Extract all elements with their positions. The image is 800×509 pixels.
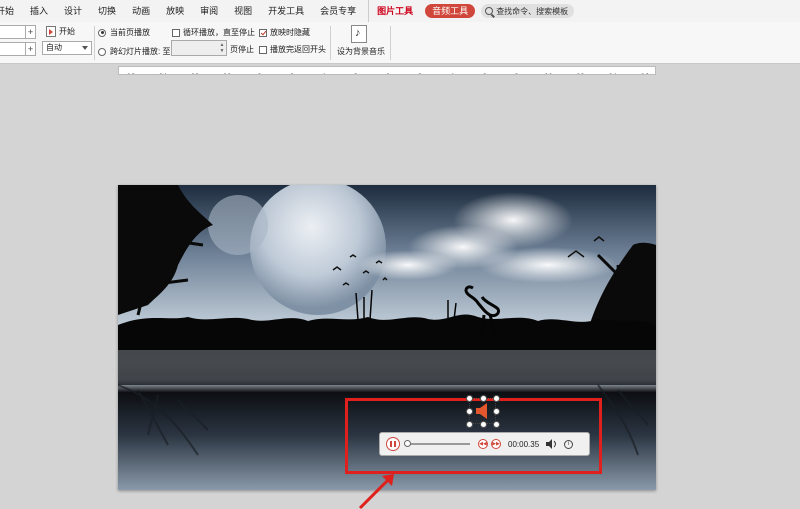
progress-knob[interactable]: [404, 440, 411, 447]
page-stop-text: 页停止: [230, 44, 254, 55]
horizontal-ruler: 16 14 12 10 8 6 4 2 0 2 4 6 8 10 12 14 16: [118, 66, 656, 75]
command-search-label: 查找命令、搜索模板: [496, 6, 569, 16]
tab-audio-tools[interactable]: 音频工具: [425, 4, 476, 18]
tab-member[interactable]: 会员专享: [312, 0, 364, 22]
checkbox-checked-icon: [259, 28, 267, 37]
command-search[interactable]: 查找命令、搜索模板: [481, 4, 575, 18]
resize-handle[interactable]: [480, 395, 487, 402]
audio-player-bar: ◀◀ ▶▶ 00:00.35 i: [379, 432, 590, 456]
loop-label: 循环播放，直至停止: [183, 28, 255, 37]
rewind-checkbox[interactable]: 播放完返回开头: [259, 44, 326, 55]
set-bg-music-button[interactable]: 设为背景音乐: [337, 46, 385, 57]
radio-unselected-icon: [98, 47, 106, 56]
divider: [390, 26, 391, 60]
tab-review[interactable]: 审阅: [192, 0, 226, 22]
spin-icon[interactable]: ▲ ▼: [219, 42, 225, 54]
ruler-label: 16: [127, 73, 135, 75]
resize-handle[interactable]: [480, 421, 487, 428]
tab-picture-tools[interactable]: 图片工具: [368, 0, 421, 22]
tab-slideshow[interactable]: 放映: [158, 0, 192, 22]
divider: [330, 26, 331, 60]
rewind-icon: ◀◀: [479, 441, 487, 447]
divider: [94, 26, 95, 60]
ruler-label: 4: [322, 73, 326, 75]
checkbox-unchecked-icon: [172, 28, 180, 37]
set-bg-music-label: 设为背景音乐: [337, 47, 385, 56]
tab-animation[interactable]: 动画: [124, 0, 158, 22]
tab-transitions[interactable]: 切换: [90, 0, 124, 22]
volume-icon[interactable]: [546, 439, 558, 449]
search-icon: [485, 7, 494, 15]
checkbox-unchecked-icon: [259, 45, 267, 54]
menu-bar: 开始 插入 设计 切换 动画 放映 审阅 视图 开发工具 会员专享 图片工具 音…: [0, 0, 800, 22]
play-start-icon: [46, 26, 56, 37]
plus-icon[interactable]: +: [25, 43, 35, 55]
ruler-label: 6: [290, 73, 294, 75]
ruler-label: 8: [258, 73, 262, 75]
ruler-label: 4: [450, 73, 454, 75]
audio-ribbon: + + 开始 自动 当前页播放 跨幻灯片播放: 至 循环播放，直至停止 ▲ ▼ 页…: [0, 22, 800, 64]
ruler-label: 2: [418, 73, 422, 75]
end-page-input[interactable]: ▲ ▼: [171, 40, 227, 56]
audio-object[interactable]: [466, 395, 500, 428]
loop-checkbox[interactable]: 循环播放，直至停止: [172, 27, 255, 38]
ruler-label: 14: [159, 73, 167, 75]
radio-selected-icon: [98, 28, 106, 37]
speaker-icon: [476, 403, 487, 419]
tab-view[interactable]: 视图: [226, 0, 260, 22]
resize-handle[interactable]: [493, 395, 500, 402]
tab-design[interactable]: 设计: [56, 0, 90, 22]
hide-checkbox[interactable]: 放映时隐藏: [259, 27, 310, 38]
start-mode-value: 自动: [46, 43, 62, 52]
resize-handle[interactable]: [466, 395, 473, 402]
pause-icon: [390, 441, 396, 447]
duration-stepper[interactable]: +: [0, 42, 36, 56]
ruler-label: 12: [191, 73, 199, 75]
fast-forward-icon: ▶▶: [492, 441, 500, 447]
forward-button[interactable]: ▶▶: [491, 439, 501, 449]
resize-handle[interactable]: [493, 421, 500, 428]
hide-label: 放映时隐藏: [270, 28, 310, 37]
rewind-label: 播放完返回开头: [270, 45, 326, 54]
tab-insert[interactable]: 插入: [22, 0, 56, 22]
ruler-label: 14: [609, 73, 617, 75]
radio-cross-slides[interactable]: 跨幻灯片播放: 至: [98, 46, 170, 57]
page-stop-label: 页停止: [230, 45, 254, 54]
chevron-down-icon: [82, 46, 88, 50]
tab-start[interactable]: 开始: [0, 0, 22, 22]
pause-button[interactable]: [386, 437, 400, 451]
radio-cross-slides-label: 跨幻灯片播放: 至: [110, 47, 171, 56]
radio-current-page-label: 当前页播放: [110, 28, 150, 37]
rewind-button[interactable]: ◀◀: [478, 439, 488, 449]
arrow-annotation: [358, 474, 394, 509]
resize-handle[interactable]: [466, 408, 473, 415]
ruler-label: 16: [641, 73, 649, 75]
start-group: 开始: [46, 26, 75, 37]
start-mode-select[interactable]: 自动: [42, 41, 92, 55]
plus-icon[interactable]: +: [25, 26, 35, 38]
ruler-label: 2: [354, 73, 358, 75]
resize-handle[interactable]: [493, 408, 500, 415]
ruler-label: 8: [515, 73, 519, 75]
volume-stepper[interactable]: +: [0, 25, 36, 39]
ruler-label: 6: [482, 73, 486, 75]
start-label: 开始: [59, 27, 75, 36]
progress-track[interactable]: [404, 440, 470, 447]
ruler-label: 12: [577, 73, 585, 75]
ruler-label: 10: [224, 73, 232, 75]
elapsed-time: 00:00.35: [508, 439, 540, 449]
tab-developer[interactable]: 开发工具: [260, 0, 312, 22]
resize-handle[interactable]: [466, 421, 473, 428]
info-icon[interactable]: i: [564, 439, 574, 449]
music-note-icon[interactable]: [351, 25, 367, 43]
radio-current-page[interactable]: 当前页播放: [98, 27, 150, 38]
ruler-label: 0: [386, 73, 390, 75]
ruler-label: 10: [545, 73, 553, 75]
ruler-ticks: 16 14 12 10 8 6 4 2 0 2 4 6 8 10 12 14 16: [127, 73, 649, 75]
